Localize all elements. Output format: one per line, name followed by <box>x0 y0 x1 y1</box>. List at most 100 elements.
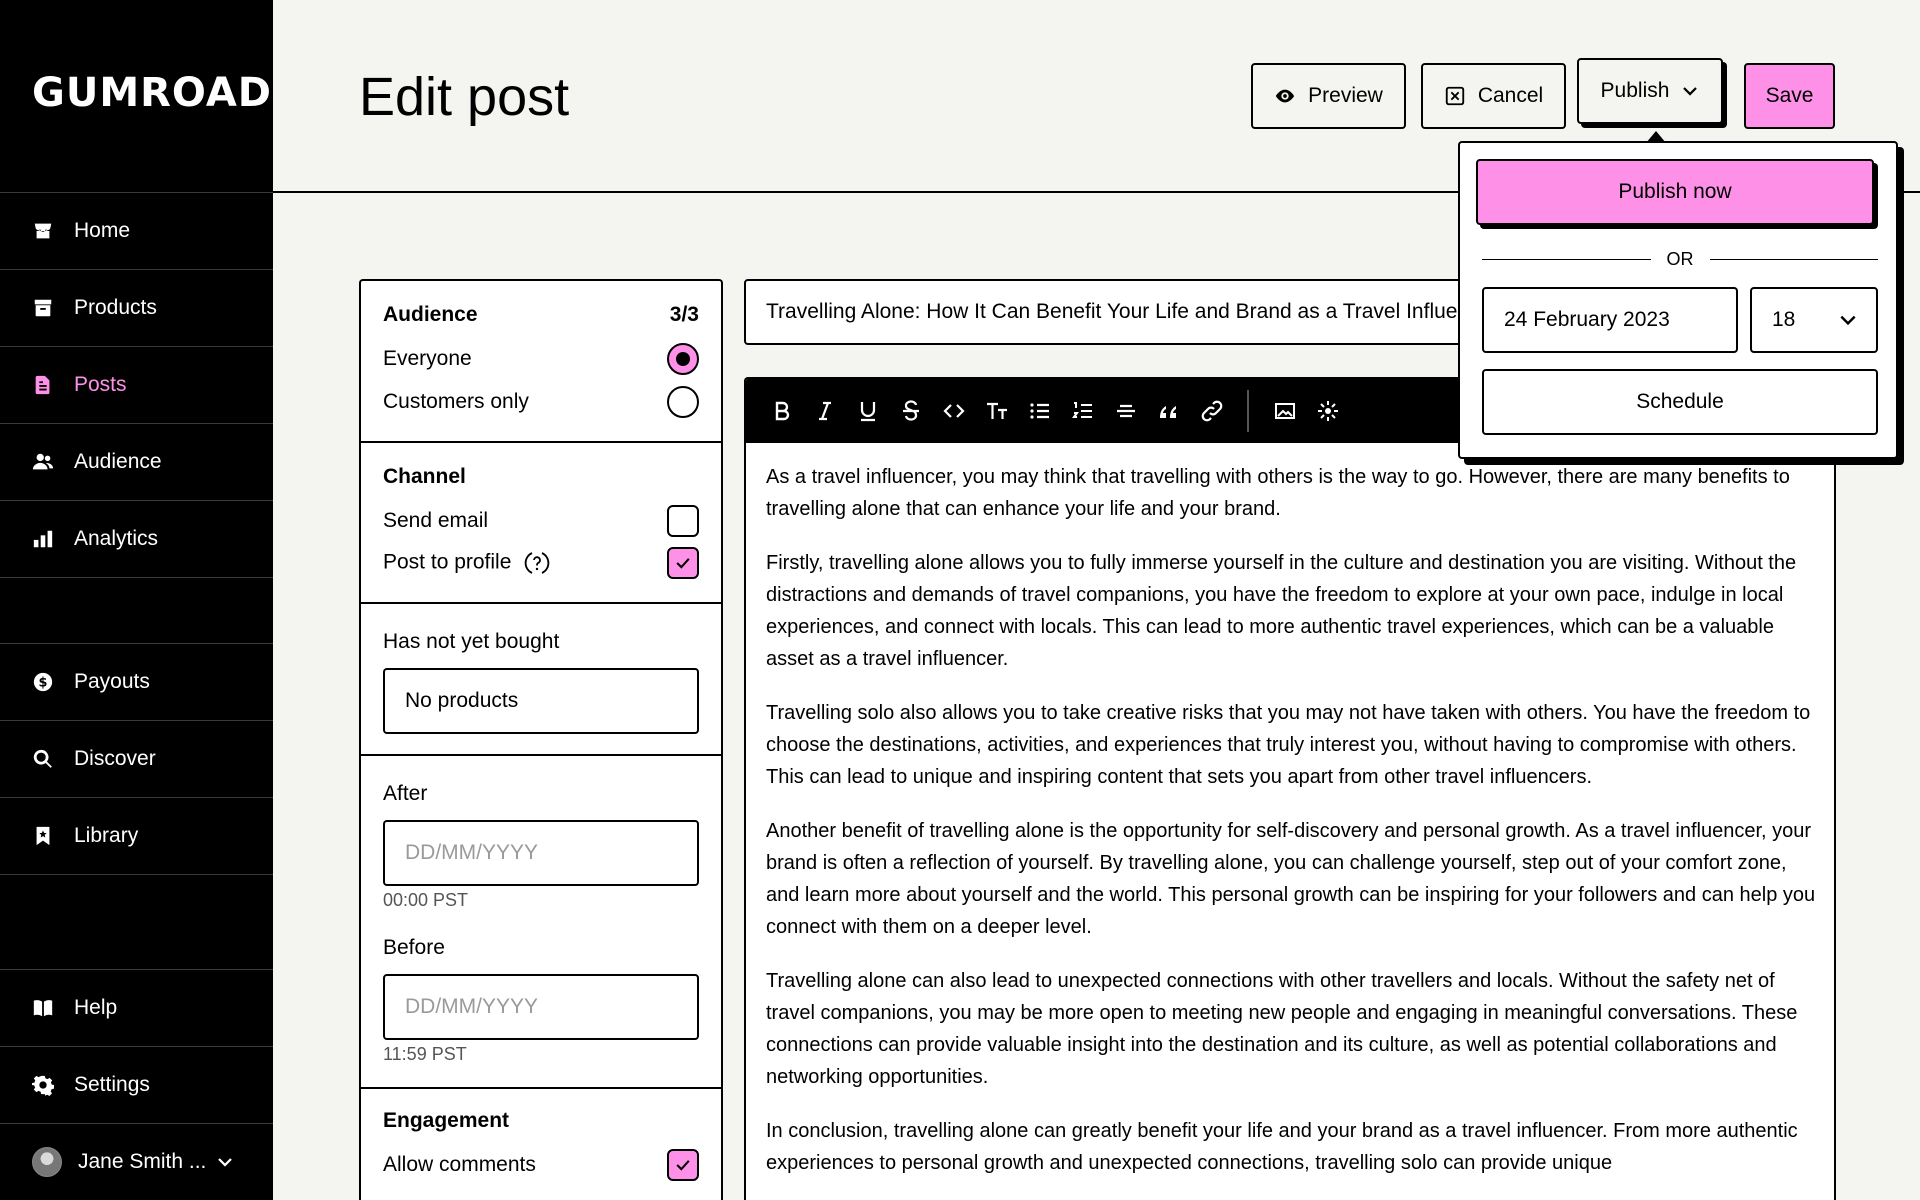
radio-customers-only[interactable] <box>667 386 699 418</box>
audience-option-customers[interactable]: Customers only <box>383 386 699 418</box>
gumroad-logo[interactable]: GUMROAD <box>32 70 272 116</box>
sidebar-item-label: Settings <box>74 1073 150 1096</box>
or-divider: OR <box>1482 249 1878 270</box>
sidebar-item-audience[interactable]: Audience <box>0 423 273 500</box>
paragraph: In conclusion, travelling alone can grea… <box>766 1120 1798 1174</box>
bar-chart-icon <box>32 528 54 550</box>
audience-count: 3/3 <box>669 303 699 326</box>
schedule-button[interactable]: Schedule <box>1482 369 1878 435</box>
sidebar-item-label: Analytics <box>74 527 159 550</box>
hour-value: 18 <box>1772 308 1796 331</box>
paragraph: Firstly, travelling alone allows you to … <box>766 552 1797 670</box>
svg-text:$: $ <box>39 676 48 691</box>
sidebar-item-library[interactable]: Library <box>0 797 273 874</box>
allow-comments-label: Allow comments <box>383 1153 536 1176</box>
publish-now-button[interactable]: Publish now <box>1476 159 1874 225</box>
sidebar-item-label: Discover <box>74 747 156 770</box>
paragraph: Travelling solo also allows you to take … <box>766 702 1811 788</box>
paragraph: As a travel influencer, you may think th… <box>766 466 1790 520</box>
post-to-profile-row[interactable]: Post to profile <box>383 547 699 579</box>
save-button[interactable]: Save <box>1744 63 1835 129</box>
after-date-input[interactable]: DD/MM/YYYY <box>383 820 699 886</box>
after-time-hint: 00:00 PST <box>383 890 469 910</box>
italic-icon[interactable] <box>803 391 846 431</box>
schedule-hour-select[interactable]: 18 <box>1750 287 1878 353</box>
rich-text-editor: As a travel influencer, you may think th… <box>744 377 1836 1200</box>
engagement-section: Engagement Allow comments <box>361 1089 721 1200</box>
date-range-section: After DD/MM/YYYY 00:00 PST Before DD/MM/… <box>361 756 721 1089</box>
underline-icon[interactable] <box>846 391 889 431</box>
cancel-button[interactable]: Cancel <box>1421 63 1566 129</box>
chevron-down-icon <box>1683 87 1698 96</box>
sidebar-item-analytics[interactable]: Analytics <box>0 500 273 577</box>
publish-label: Publish <box>1600 79 1670 102</box>
sidebar-item-payouts[interactable]: $ Payouts <box>0 643 273 720</box>
preview-button[interactable]: Preview <box>1251 63 1406 129</box>
sidebar-item-label: Payouts <box>74 670 150 693</box>
people-icon <box>32 451 54 473</box>
post-settings-panel: Audience 3/3 Everyone Customers only Cha… <box>359 279 723 1200</box>
bullet-list-icon[interactable] <box>1018 391 1061 431</box>
option-label: Everyone <box>383 347 472 370</box>
editor-content[interactable]: As a travel influencer, you may think th… <box>766 461 1816 1200</box>
sidebar-item-settings[interactable]: Settings <box>0 1046 273 1123</box>
user-name: Jane Smith ... <box>78 1150 207 1173</box>
schedule-date-input[interactable]: 24 February 2023 <box>1482 287 1738 353</box>
chevron-down-icon <box>1840 315 1856 326</box>
bold-icon[interactable] <box>760 391 803 431</box>
send-email-label: Send email <box>383 509 489 532</box>
publish-button[interactable]: Publish <box>1577 58 1723 124</box>
numbered-list-icon[interactable] <box>1061 391 1104 431</box>
sidebar-item-products[interactable]: Products <box>0 269 273 346</box>
sidebar-item-label: Home <box>74 219 131 242</box>
help-circle-icon[interactable] <box>523 549 551 577</box>
post-to-profile-checkbox[interactable] <box>667 547 699 579</box>
sidebar-divider <box>0 874 273 875</box>
channel-heading: Channel <box>383 465 466 488</box>
eye-icon <box>1275 89 1295 103</box>
audience-section: Audience 3/3 Everyone Customers only <box>361 281 721 443</box>
link-icon[interactable] <box>1190 391 1233 431</box>
sidebar: GUMROAD Home Products Posts Audience Ana… <box>0 0 273 1200</box>
user-menu[interactable]: Jane Smith ... <box>0 1123 273 1200</box>
audience-heading: Audience <box>383 303 478 326</box>
products-filter-input[interactable]: No products <box>383 668 699 734</box>
gear-icon <box>32 1074 54 1096</box>
radio-everyone[interactable] <box>667 343 699 375</box>
store-icon <box>32 220 54 242</box>
bookmark-icon <box>32 825 54 847</box>
post-to-profile-label: Post to profile <box>383 550 512 574</box>
close-box-icon <box>1445 86 1464 106</box>
sidebar-item-home[interactable]: Home <box>0 192 273 269</box>
cancel-label: Cancel <box>1477 84 1544 107</box>
sidebar-item-posts[interactable]: Posts <box>0 346 273 423</box>
code-icon[interactable] <box>932 391 975 431</box>
allow-comments-row[interactable]: Allow comments <box>383 1149 699 1181</box>
paragraph: Another benefit of travelling alone is t… <box>766 820 1816 938</box>
archive-icon <box>32 297 54 319</box>
file-text-icon <box>32 374 54 396</box>
before-label: Before <box>383 936 445 959</box>
sidebar-divider <box>0 577 273 578</box>
strikethrough-icon[interactable] <box>889 391 932 431</box>
send-email-checkbox[interactable] <box>667 505 699 537</box>
quote-icon[interactable] <box>1147 391 1190 431</box>
page-title: Edit post <box>359 67 570 127</box>
engagement-heading: Engagement <box>383 1109 510 1132</box>
sidebar-item-label: Audience <box>74 450 162 473</box>
send-email-row[interactable]: Send email <box>383 505 699 537</box>
audience-option-everyone[interactable]: Everyone <box>383 343 699 375</box>
sidebar-item-discover[interactable]: Discover <box>0 720 273 797</box>
before-date-input[interactable]: DD/MM/YYYY <box>383 974 699 1040</box>
toolbar-divider <box>1247 390 1249 432</box>
image-icon[interactable] <box>1263 391 1306 431</box>
checkmark-icon <box>676 1160 690 1171</box>
option-label: Customers only <box>383 390 529 413</box>
sidebar-item-help[interactable]: Help <box>0 969 273 1046</box>
text-size-icon[interactable] <box>975 391 1018 431</box>
sidebar-item-label: Help <box>74 996 118 1019</box>
horizontal-rule-icon[interactable] <box>1104 391 1147 431</box>
sidebar-item-label: Products <box>74 296 157 319</box>
allow-comments-checkbox[interactable] <box>667 1149 699 1181</box>
embed-icon[interactable] <box>1306 391 1349 431</box>
